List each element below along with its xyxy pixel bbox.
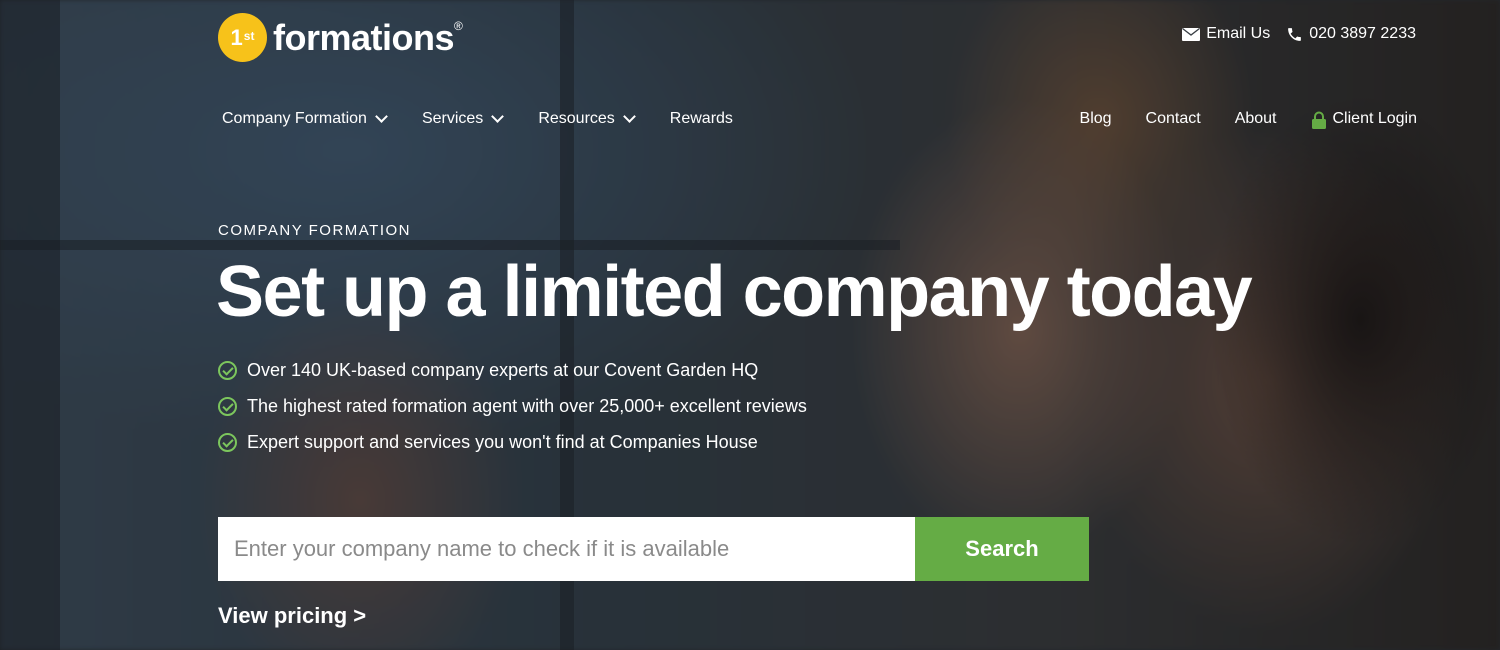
phone-icon <box>1288 27 1302 41</box>
nav-services[interactable]: Services <box>421 109 505 128</box>
nav-blog-label: Blog <box>1079 110 1112 127</box>
check-circle-icon <box>218 396 237 416</box>
envelope-icon <box>1182 27 1201 41</box>
search-button[interactable]: Search <box>915 517 1089 581</box>
benefit-text: The highest rated formation agent with o… <box>247 395 807 416</box>
email-us-label: Email Us <box>1206 25 1271 42</box>
chevron-down-icon <box>375 109 388 123</box>
company-name-search-form: Search <box>218 517 1089 581</box>
phone-link[interactable]: 020 3897 2233 <box>1286 25 1416 43</box>
nav-resources[interactable]: Resources <box>538 109 636 128</box>
hero-title: Set up a limited company today <box>216 252 1253 332</box>
nav-company-formation[interactable]: Company Formation <box>222 109 388 128</box>
hero-benefits-list: Over 140 UK-based company experts at our… <box>218 352 807 460</box>
benefit-item: The highest rated formation agent with o… <box>218 388 807 424</box>
nav-rewards-label: Rewards <box>669 110 733 127</box>
logo-badge-icon: 1st <box>218 13 267 62</box>
nav-resources-label: Resources <box>538 110 615 127</box>
registered-mark: ® <box>454 19 463 33</box>
check-circle-icon <box>218 360 237 380</box>
nav-contact-label: Contact <box>1145 110 1201 127</box>
nav-services-label: Services <box>421 110 484 127</box>
phone-number: 020 3897 2233 <box>1309 25 1416 42</box>
client-login-label: Client Login <box>1332 110 1418 127</box>
benefit-item: Expert support and services you won't fi… <box>218 424 807 460</box>
benefit-text: Over 140 UK-based company experts at our… <box>247 359 759 380</box>
check-circle-icon <box>218 432 237 452</box>
primary-nav: Company Formation Services Resources Rew… <box>222 109 769 128</box>
hero-eyebrow: COMPANY FORMATION <box>218 222 412 239</box>
brand-logo[interactable]: 1st formations ® <box>218 13 463 62</box>
chevron-down-icon <box>491 109 505 123</box>
nav-about-label: About <box>1234 110 1277 127</box>
benefit-text: Expert support and services you won't fi… <box>247 431 758 452</box>
nav-company-formation-label: Company Formation <box>222 110 367 127</box>
company-name-input[interactable] <box>218 517 915 581</box>
brand-name: formations <box>273 16 455 58</box>
email-us-link[interactable]: Email Us <box>1182 25 1270 43</box>
secondary-nav: Blog Contact About Client Login <box>1046 110 1418 129</box>
lock-icon <box>1311 111 1326 129</box>
nav-contact[interactable]: Contact <box>1146 110 1201 128</box>
benefit-item: Over 140 UK-based company experts at our… <box>218 352 807 388</box>
chevron-down-icon <box>622 109 636 123</box>
nav-about[interactable]: About <box>1235 110 1277 128</box>
nav-blog[interactable]: Blog <box>1080 110 1112 128</box>
contact-bar: Email Us 020 3897 2233 <box>1182 25 1416 43</box>
client-login-link[interactable]: Client Login <box>1311 110 1418 129</box>
nav-rewards[interactable]: Rewards <box>670 110 733 128</box>
view-pricing-link[interactable]: View pricing > <box>218 603 366 629</box>
